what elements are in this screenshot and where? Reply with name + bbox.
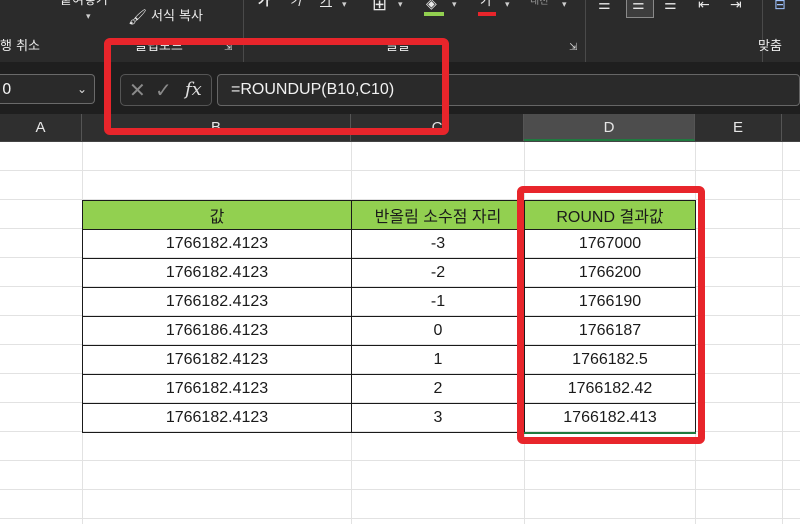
increase-indent-icon[interactable]: ⇥ (730, 0, 742, 13)
formula-buttons: ✕ ✓ fx (120, 74, 212, 106)
cell-value[interactable]: 1766182.4123 (82, 374, 352, 404)
cell-result[interactable]: 1767000 (524, 229, 696, 259)
name-box[interactable]: 0 ⌄ (0, 74, 95, 104)
font-color-button[interactable]: 가 (480, 0, 492, 10)
column-headers: A B C D E (0, 114, 800, 142)
gridline (0, 460, 800, 461)
fx-icon[interactable]: fx (185, 78, 202, 102)
chevron-down-icon[interactable]: ▾ (86, 12, 91, 22)
cell-digits[interactable]: -1 (351, 287, 525, 317)
merge-cells-icon[interactable]: ⊟ (774, 0, 786, 13)
table-row: 1766182.4123 -1 1766190 (82, 287, 696, 317)
column-header-d[interactable]: D (524, 114, 695, 141)
table-row: 1766182.4123 2 1766182.42 (82, 374, 696, 404)
cell-result[interactable]: 1766182.42 (524, 374, 696, 404)
decrease-indent-icon[interactable]: ⇤ (698, 0, 710, 13)
align-center-icon[interactable]: ☰ (632, 0, 645, 13)
cell-value[interactable]: 1766182.4123 (82, 287, 352, 317)
fill-color-icon[interactable]: ◈ (426, 0, 437, 12)
chevron-down-icon[interactable]: ▾ (452, 0, 457, 10)
clipboard-group-label: 클립보드 (135, 39, 183, 54)
formula-bar: 0 ⌄ ✕ ✓ fx =ROUNDUP(B10,C10) (0, 62, 800, 114)
ribbon-separator (585, 0, 586, 62)
font-launcher-icon[interactable]: ⇲ (569, 42, 577, 53)
chevron-down-icon[interactable]: ▾ (505, 0, 510, 10)
gridline (0, 518, 800, 519)
data-table: 값 반올림 소수점 자리 ROUND 결과값 1766182.4123 -3 1… (82, 200, 696, 434)
cancel-icon[interactable]: ✕ (129, 78, 146, 102)
cell-result[interactable]: 1766200 (524, 258, 696, 288)
ribbon-separator (243, 0, 244, 62)
chevron-down-icon[interactable]: ⌄ (77, 75, 87, 103)
header-decimal-places[interactable]: 반올림 소수점 자리 (351, 200, 525, 230)
table-row: 1766182.4123 1 1766182.5 (82, 345, 696, 375)
table-row: 1766182.4123 3 1766182.413 (82, 403, 696, 434)
header-round-result[interactable]: ROUND 결과값 (524, 200, 696, 230)
cell-result[interactable]: 1766182.413 (524, 403, 696, 434)
chevron-down-icon[interactable]: ▾ (562, 0, 567, 10)
table-row: 1766182.4123 -2 1766200 (82, 258, 696, 288)
header-value[interactable]: 값 (82, 200, 352, 230)
cell-value[interactable]: 1766182.4123 (82, 403, 352, 433)
undo-label: 행 취소 (0, 39, 41, 54)
cell-result[interactable]: 1766187 (524, 316, 696, 346)
italic-button[interactable]: 가 (290, 0, 302, 10)
gridline (0, 170, 800, 171)
align-right-icon[interactable]: ☰ (664, 0, 677, 13)
cell-digits[interactable]: 3 (351, 403, 525, 433)
column-header-a[interactable]: A (0, 114, 82, 141)
clipboard-launcher-icon[interactable]: ⇲ (224, 42, 232, 53)
cell-digits[interactable]: -2 (351, 258, 525, 288)
cell-value[interactable]: 1766182.4123 (82, 229, 352, 259)
cell-result[interactable]: 1766190 (524, 287, 696, 317)
format-painter-icon[interactable]: 🖌 (128, 9, 147, 25)
formula-input[interactable]: =ROUNDUP(B10,C10) (217, 74, 800, 106)
cell-value[interactable]: 1766182.4123 (82, 345, 352, 375)
font-group-label: 글꼴 (386, 39, 410, 54)
enter-icon[interactable]: ✓ (155, 78, 172, 102)
format-painter-button[interactable]: 서식 복사 (151, 9, 203, 25)
bold-button[interactable]: 가 (258, 0, 270, 10)
column-header-c[interactable]: C (351, 114, 524, 141)
align-left-icon[interactable]: ☰ (598, 0, 611, 13)
table-header-row: 값 반올림 소수점 자리 ROUND 결과값 (82, 200, 696, 230)
cell-value[interactable]: 1766186.4123 (82, 316, 352, 346)
gridline (0, 489, 800, 490)
underline-button[interactable]: 가 (320, 0, 332, 10)
chevron-down-icon[interactable]: ▾ (398, 0, 403, 10)
border-icon[interactable]: ⊞ (372, 0, 387, 14)
fill-color-swatch (424, 12, 444, 16)
phonetic-icon[interactable]: 내천 (530, 0, 548, 10)
paste-button-label[interactable]: 붙여넣기 (60, 0, 108, 9)
cell-digits[interactable]: 0 (351, 316, 525, 346)
column-header-e[interactable]: E (695, 114, 782, 141)
cell-digits[interactable]: 2 (351, 374, 525, 404)
cell-digits[interactable]: -3 (351, 229, 525, 259)
table-row: 1766182.4123 -3 1767000 (82, 229, 696, 259)
cell-value[interactable]: 1766182.4123 (82, 258, 352, 288)
chevron-down-icon[interactable]: ▾ (342, 0, 347, 10)
cell-result[interactable]: 1766182.5 (524, 345, 696, 375)
ribbon: 붙여넣기 ▾ 🖌 서식 복사 행 취소 클립보드 ⇲ 가 가 가 ▾ ⊞ ▾ ◈… (0, 0, 800, 62)
table-row: 1766186.4123 0 1766187 (82, 316, 696, 346)
column-header-b[interactable]: B (82, 114, 351, 141)
name-box-value: 0 (2, 80, 12, 98)
cell-digits[interactable]: 1 (351, 345, 525, 375)
font-color-swatch (478, 12, 496, 16)
alignment-group-label: 맞춤 (758, 39, 782, 54)
